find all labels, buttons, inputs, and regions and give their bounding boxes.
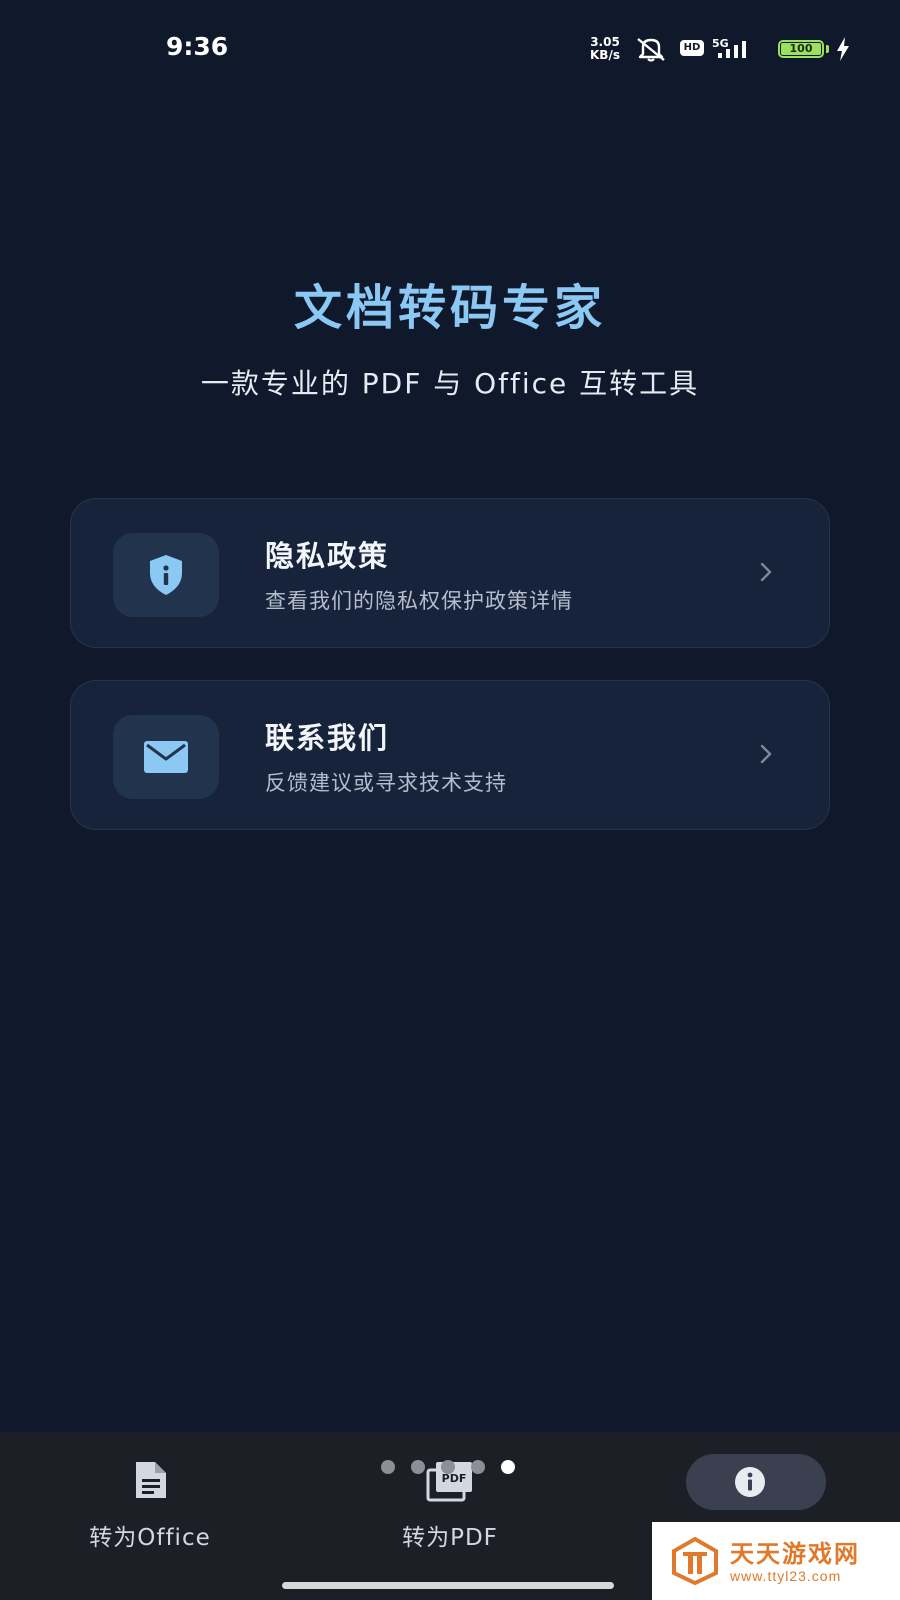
battery-level: 100 <box>781 43 821 55</box>
document-icon <box>136 1462 166 1498</box>
shield-info-icon <box>150 555 182 595</box>
watermark-site-url: www.ttyl23.com <box>730 1568 842 1584</box>
nav-convert-to-office[interactable]: 转为Office <box>0 1432 300 1572</box>
contact-us-description: 反馈建议或寻求技术支持 <box>265 771 507 795</box>
page-dot-active <box>501 1460 515 1474</box>
svg-text:5G: 5G <box>712 37 729 50</box>
watermark-logo <box>672 1536 718 1586</box>
privacy-policy-description: 查看我们的隐私权保护政策详情 <box>265 589 573 613</box>
hd-badge: HD <box>680 40 704 56</box>
signal-5g-icon: 5G <box>712 37 746 58</box>
network-speed: 3.05 KB/s <box>585 36 625 62</box>
watermark-site-name: 天天游戏网 <box>730 1540 860 1568</box>
network-speed-unit: KB/s <box>590 48 620 62</box>
chevron-right-icon <box>760 744 772 764</box>
contact-us-title: 联系我们 <box>265 721 390 755</box>
app-title: 文档转码专家 <box>293 280 606 336</box>
info-icon <box>735 1467 765 1497</box>
contact-us-card[interactable]: 联系我们 反馈建议或寻求技术支持 <box>70 680 830 830</box>
chevron-right-icon <box>760 562 772 582</box>
status-time: 9:36 <box>166 32 229 61</box>
page-dot <box>411 1460 425 1474</box>
charging-bolt-icon <box>837 37 849 61</box>
status-bar: 9:36 3.05 KB/s HD 5G 100 <box>0 0 900 100</box>
home-gesture-bar[interactable] <box>282 1582 614 1589</box>
mail-icon <box>144 741 188 773</box>
battery-tip <box>826 45 829 53</box>
privacy-icon-container <box>113 533 219 617</box>
privacy-policy-card[interactable]: 隐私政策 查看我们的隐私权保护政策详情 <box>70 498 830 648</box>
app-subtitle: 一款专业的 PDF 与 Office 互转工具 <box>200 367 700 400</box>
privacy-policy-title: 隐私政策 <box>265 539 390 573</box>
contact-icon-container <box>113 715 219 799</box>
mute-bell-icon <box>637 38 665 62</box>
page-dot <box>471 1460 485 1474</box>
page-dot <box>441 1460 455 1474</box>
nav-convert-to-pdf-label: 转为PDF <box>402 1525 498 1551</box>
site-watermark: 天天游戏网 www.ttyl23.com <box>652 1522 900 1600</box>
nav-convert-to-office-label: 转为Office <box>89 1525 211 1551</box>
nav-convert-to-pdf[interactable]: PDF 转为PDF <box>300 1432 600 1572</box>
battery-indicator: 100 <box>778 40 824 58</box>
svg-text:PDF: PDF <box>442 1472 467 1485</box>
page-dot <box>381 1460 395 1474</box>
